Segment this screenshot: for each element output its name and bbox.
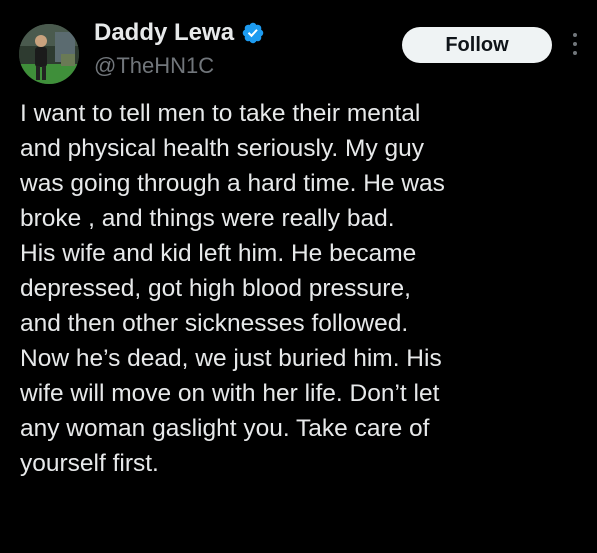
tweet-text-line: any woman gaslight you. Take care of <box>20 415 430 442</box>
tweet-text-line: I want to tell men to take their mental <box>20 100 421 127</box>
tweet-text-line: was going through a hard time. He was <box>20 170 445 197</box>
avatar[interactable] <box>19 24 79 84</box>
tweet-text: I want to tell men to take their mental … <box>20 96 590 481</box>
author-handle[interactable]: @TheHN1C <box>94 52 214 80</box>
more-options-icon[interactable] <box>568 30 582 58</box>
author-display-name[interactable]: Daddy Lewa <box>94 18 234 48</box>
verified-badge-icon <box>241 21 265 45</box>
tweet-card: Daddy Lewa @TheHN1C Follow I want to tel… <box>0 0 597 553</box>
tweet-text-line: Now he’s dead, we just buried him. His <box>20 345 442 372</box>
tweet-text-line: depressed, got high blood pressure, <box>20 275 411 302</box>
tweet-text-line: wife will move on with her life. Don’t l… <box>20 380 440 407</box>
follow-button[interactable]: Follow <box>402 27 552 63</box>
more-dot <box>573 42 577 46</box>
tweet-text-line: and physical health seriously. My guy <box>20 135 424 162</box>
more-dot <box>573 33 577 37</box>
more-dot <box>573 51 577 55</box>
tweet-text-line: His wife and kid left him. He became <box>20 240 417 267</box>
avatar-image <box>19 24 79 84</box>
tweet-text-line: broke , and things were really bad. <box>20 205 395 232</box>
tweet-text-line: yourself first. <box>20 450 159 477</box>
tweet-text-line: and then other sicknesses followed. <box>20 310 409 337</box>
author-name-row: Daddy Lewa <box>94 18 265 48</box>
